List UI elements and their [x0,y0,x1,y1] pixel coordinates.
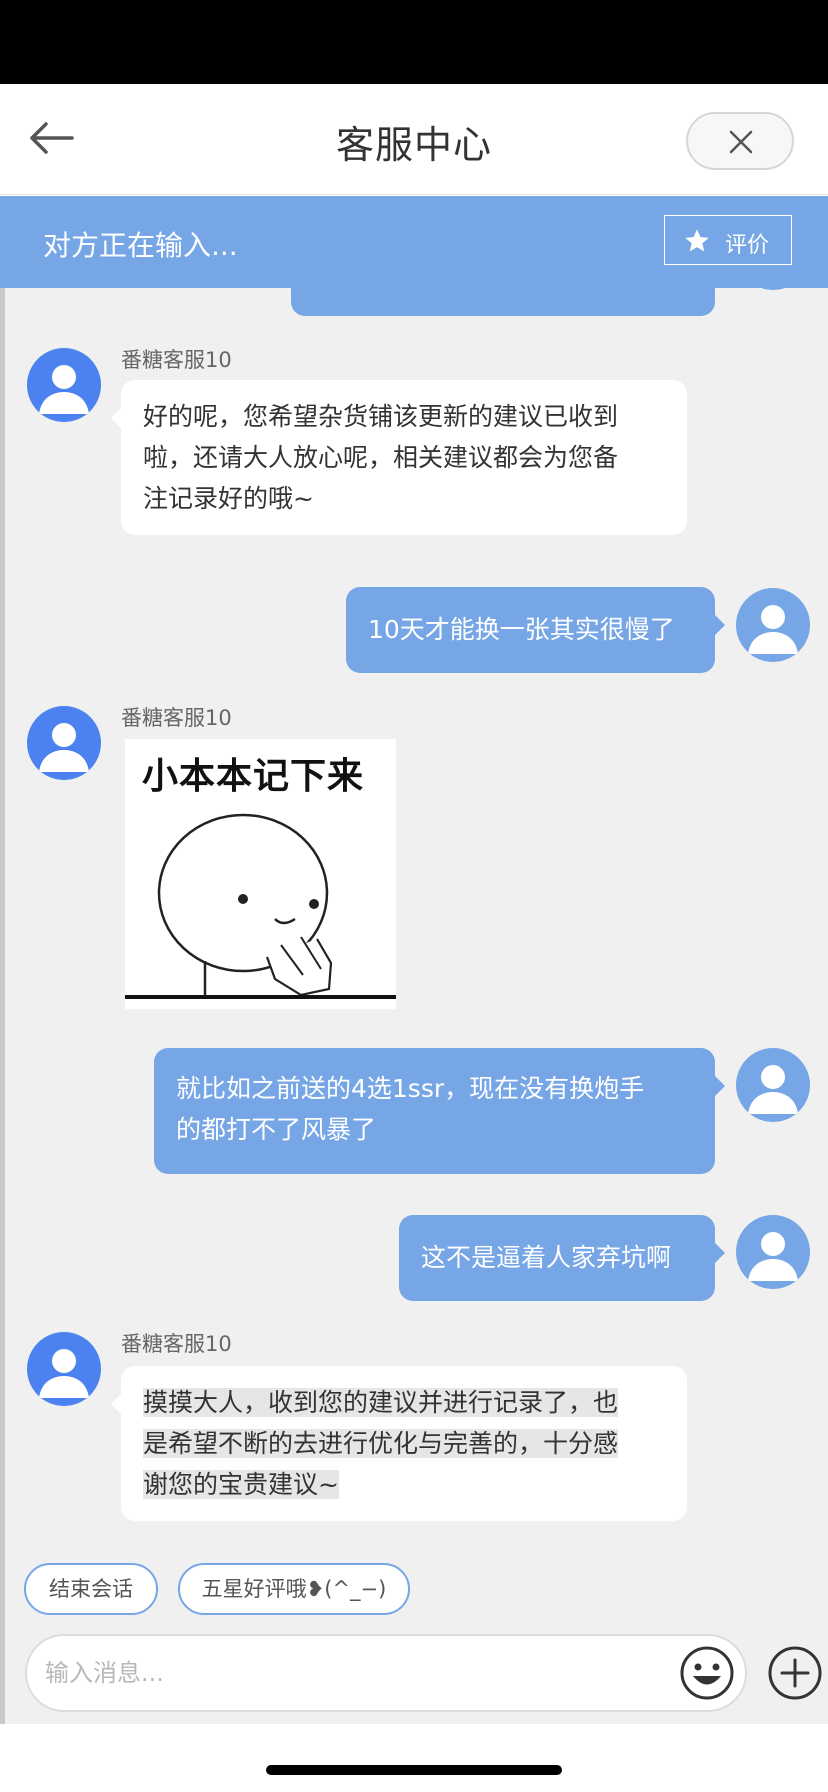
agent-name: 番糖客服10 [121,348,232,372]
agent-avatar [27,348,101,422]
typing-status-text: 对方正在输入... [43,229,238,262]
message-line: 啦，还请大人放心呢，相关建议都会为您备 [143,443,619,472]
user-avatar [736,1048,810,1122]
sticker-image[interactable]: 小本本记下来 [125,739,396,1009]
navigation-bar: 客服中心 [0,84,828,195]
message-line: 谢您的宝贵建议~ [143,1470,339,1499]
message-line: 这不是逼着人家弃坑啊 [421,1243,672,1272]
composer-bar [0,1628,828,1724]
chat-bubble-agent: 好的呢，您希望杂货铺该更新的建议已收到 啦，还请大人放心呢，相关建议都会为您备 … [111,380,687,535]
chat-bubble-user: 这不是逼着人家弃坑啊 [399,1215,725,1301]
message-line: 10天才能换一张其实很慢了 [368,615,675,644]
five-star-chip[interactable]: 五星好评哦❥(^_−) [178,1563,410,1615]
close-icon [729,130,753,154]
person-icon [39,723,89,772]
chat-bubble-user: 10天才能换一张其实很慢了 [346,587,725,673]
status-bar [0,0,828,84]
agent-avatar [27,706,101,780]
message-line: 好的呢，您希望杂货铺该更新的建议已收到 [143,402,619,431]
agent-name: 番糖客服10 [121,706,232,730]
home-indicator[interactable] [266,1765,562,1775]
chat-bubble-agent: 摸摸大人，收到您的建议并进行记录了，也 是希望不断的去进行优化与完善的，十分感 … [111,1366,687,1521]
person-icon [39,365,89,414]
message-line: 摸摸大人，收到您的建议并进行记录了，也 [143,1388,619,1417]
user-avatar [736,588,810,662]
user-avatar [736,1215,810,1289]
smiley-icon[interactable] [679,1645,735,1701]
agent-name: 番糖客服10 [121,1332,232,1356]
person-icon [748,605,798,654]
chat-area[interactable]: 番糖客服10 好的呢，您希望杂货铺该更新的建议已收到 啦，还请大人放心呢，相关建… [0,196,828,1548]
star-icon [685,229,709,252]
message-line: 就比如之前送的4选1ssr，现在没有换炮手 [176,1074,645,1103]
message-line: 注记录好的哦~ [143,484,314,513]
quick-reply-bar: 结束会话 五星好评哦❥(^_−) [0,1548,828,1628]
rate-label: 评价 [725,233,770,258]
message-input[interactable] [25,1634,747,1712]
person-icon [748,1065,798,1114]
end-session-chip[interactable]: 结束会话 [24,1563,158,1615]
typing-status-banner: 对方正在输入... 评价 [0,196,828,288]
close-button[interactable] [686,112,794,170]
agent-avatar [27,1332,101,1406]
chat-bubble-user: 就比如之前送的4选1ssr，现在没有换炮手 的都打不了风暴了 [154,1048,725,1174]
plus-icon[interactable] [767,1645,823,1701]
sticker-caption: 小本本记下来 [142,756,365,797]
person-icon [39,1349,89,1398]
message-line: 是希望不断的去进行优化与完善的，十分感 [143,1429,619,1458]
person-icon [748,1232,798,1281]
rate-button[interactable]: 评价 [664,215,792,265]
message-line: 的都打不了风暴了 [176,1115,377,1144]
